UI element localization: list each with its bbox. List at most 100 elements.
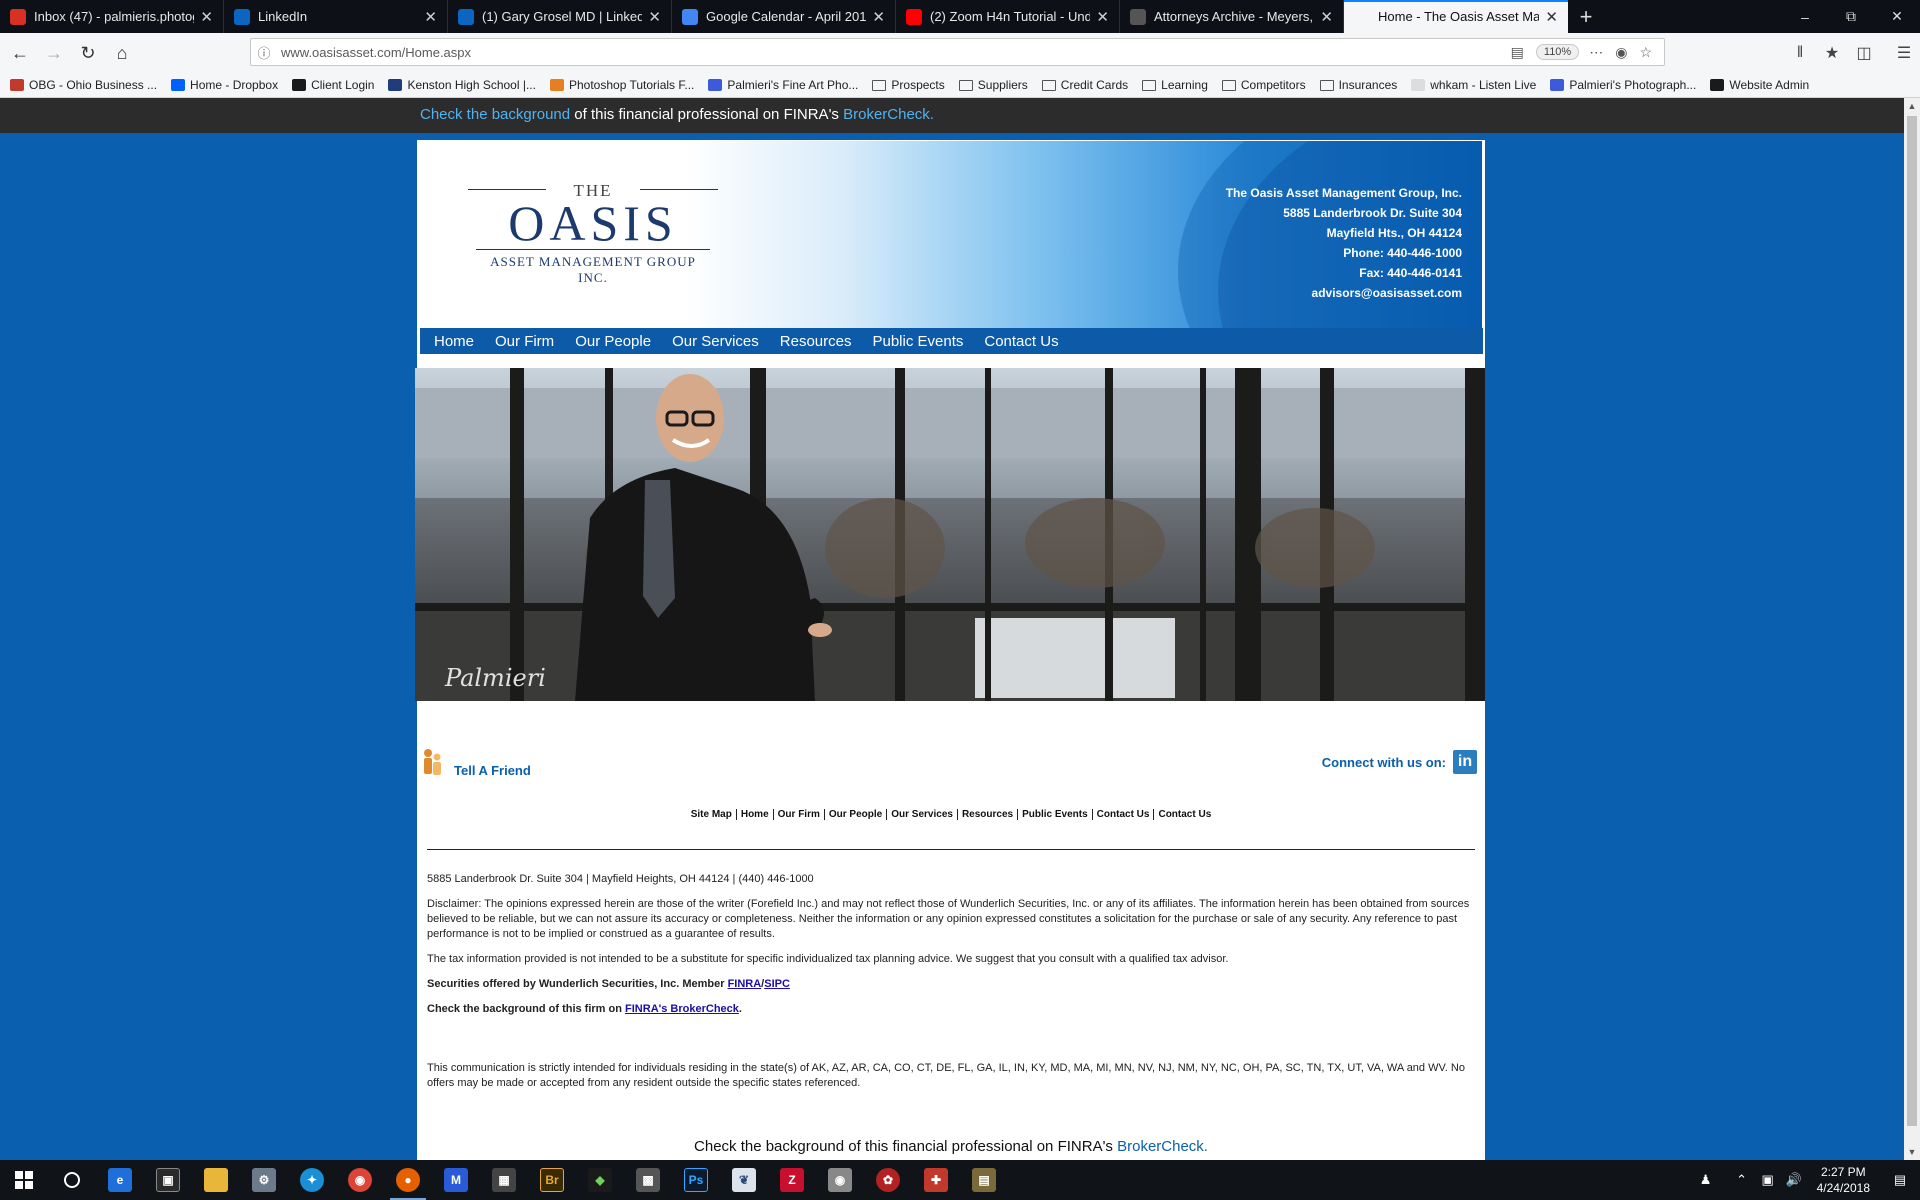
taskbar-app-red[interactable]: ✿ <box>864 1160 912 1200</box>
menu-item[interactable]: Public Events <box>872 333 963 350</box>
close-tab-icon[interactable]: ✕ <box>424 8 437 26</box>
reload-button[interactable]: ↻ <box>71 36 105 70</box>
sipc-link[interactable]: SIPC <box>764 978 790 990</box>
bookmark-item[interactable]: Palmieri's Fine Art Pho... <box>708 78 858 92</box>
people-tray-icon[interactable]: ♟ <box>1693 1172 1719 1188</box>
sitemap-link[interactable]: Contact Us <box>1092 809 1155 820</box>
bookmark-label[interactable]: Prospects <box>891 78 944 92</box>
cortana-search-button[interactable] <box>48 1160 96 1200</box>
reader-view-icon[interactable]: ▤ <box>1511 44 1524 61</box>
sitemap-link[interactable]: Site Map <box>686 809 737 820</box>
taskbar-app-diamond[interactable]: ◆ <box>576 1160 624 1200</box>
bookmark-label[interactable]: Palmieri's Fine Art Pho... <box>727 78 858 92</box>
bookmark-label[interactable]: Photoshop Tutorials F... <box>569 78 694 92</box>
bookmark-label[interactable]: Competitors <box>1241 78 1306 92</box>
restore-icon[interactable]: ⧉ <box>1828 0 1874 33</box>
menu-icon[interactable]: ☰ <box>1888 43 1920 63</box>
close-tab-icon[interactable]: ✕ <box>872 8 885 26</box>
taskbar-store[interactable]: ▣ <box>144 1160 192 1200</box>
taskbar-firefox[interactable]: ● <box>384 1160 432 1200</box>
volume-icon[interactable]: 🔊 <box>1781 1172 1807 1188</box>
tab-title[interactable]: Google Calendar - April 2018 <box>706 9 866 24</box>
bookmark-label[interactable]: whkam - Listen Live <box>1430 78 1536 92</box>
bookmark-label[interactable]: Learning <box>1161 78 1208 92</box>
downloads-icon[interactable]: ★ <box>1816 43 1848 63</box>
tab-title[interactable]: Inbox (47) - palmieris.photogra <box>34 9 194 24</box>
bookmark-label[interactable]: Kenston High School |... <box>407 78 536 92</box>
sitemap-link[interactable]: Our Firm <box>773 809 825 820</box>
menu-item[interactable]: Contact Us <box>984 333 1058 350</box>
finra-brokercheck-link[interactable]: FINRA's BrokerCheck <box>625 1003 739 1015</box>
bookmark-label[interactable]: Suppliers <box>978 78 1028 92</box>
menu-item[interactable]: Home <box>434 333 474 350</box>
linkedin-icon[interactable]: in <box>1453 750 1477 774</box>
site-info-icon[interactable]: ⓘ <box>251 43 277 62</box>
sidebar-icon[interactable]: ◫ <box>1848 43 1880 63</box>
taskbar-app-bird[interactable]: ✦ <box>288 1160 336 1200</box>
taskbar-photoshop[interactable]: Ps <box>672 1160 720 1200</box>
taskbar-app-gear[interactable]: ⚙ <box>240 1160 288 1200</box>
taskbar-app-m[interactable]: M <box>432 1160 480 1200</box>
url-text[interactable]: www.oasisasset.com/Home.aspx <box>277 45 1511 60</box>
bookmark-item[interactable]: Learning <box>1142 78 1208 92</box>
tray-expand-icon[interactable]: ⌃ <box>1729 1172 1755 1188</box>
taskbar-file-explorer[interactable] <box>192 1160 240 1200</box>
tab-title[interactable]: LinkedIn <box>258 9 418 24</box>
bookmark-label[interactable]: Insurances <box>1339 78 1398 92</box>
close-window-icon[interactable]: ✕ <box>1874 0 1920 33</box>
taskbar-app-film[interactable]: ▩ <box>624 1160 672 1200</box>
start-button[interactable] <box>0 1160 48 1200</box>
bookmark-item[interactable]: Kenston High School |... <box>388 78 536 92</box>
tab-title[interactable]: Attorneys Archive - Meyers, Ro <box>1154 9 1314 24</box>
taskbar-chrome[interactable]: ◉ <box>336 1160 384 1200</box>
brokercheck-link[interactable]: BrokerCheck. <box>843 106 934 123</box>
zoom-indicator[interactable]: 110% <box>1535 44 1580 60</box>
scroll-down-arrow-icon[interactable]: ▼ <box>1904 1144 1920 1160</box>
bookmark-item[interactable]: whkam - Listen Live <box>1411 78 1536 92</box>
sitemap-link[interactable]: Our People <box>824 809 888 820</box>
tab-title[interactable]: (1) Gary Grosel MD | LinkedIn <box>482 9 642 24</box>
sitemap-link[interactable]: Contact Us <box>1154 809 1215 820</box>
taskbar-camera[interactable]: ◉ <box>816 1160 864 1200</box>
browser-tab[interactable]: Google Calendar - April 2018 ✕ <box>672 0 896 33</box>
bookmark-item[interactable]: Suppliers <box>958 78 1028 92</box>
bookmark-item[interactable]: Palmieri's Photograph... <box>1550 78 1696 92</box>
tell-a-friend-link[interactable]: Tell A Friend <box>422 748 531 778</box>
action-center-icon[interactable]: ▤ <box>1880 1172 1920 1188</box>
sitemap-link[interactable]: Our Services <box>887 809 958 820</box>
sitemap-link[interactable]: Public Events <box>1018 809 1093 820</box>
browser-tab[interactable]: Inbox (47) - palmieris.photogra ✕ <box>0 0 224 33</box>
taskbar-app-puzzle[interactable]: ✚ <box>912 1160 960 1200</box>
bookmark-label[interactable]: Credit Cards <box>1061 78 1128 92</box>
menu-item[interactable]: Our Firm <box>495 333 554 350</box>
close-tab-icon[interactable]: ✕ <box>648 8 661 26</box>
forward-button[interactable]: → <box>37 36 71 70</box>
scroll-up-arrow-icon[interactable]: ▲ <box>1904 98 1920 114</box>
bookmark-item[interactable]: Insurances <box>1319 78 1398 92</box>
bookmark-item[interactable]: Prospects <box>872 78 945 92</box>
network-icon[interactable]: ▣ <box>1755 1172 1781 1188</box>
close-tab-icon[interactable]: ✕ <box>1545 8 1558 26</box>
bookmark-label[interactable]: Home - Dropbox <box>190 78 278 92</box>
menu-item[interactable]: Resources <box>780 333 852 350</box>
bookmark-item[interactable]: OBG - Ohio Business ... <box>10 78 157 92</box>
taskbar-filezilla[interactable]: Z <box>768 1160 816 1200</box>
new-tab-button[interactable]: + <box>1568 0 1604 33</box>
bookmark-item[interactable]: Photoshop Tutorials F... <box>549 78 694 92</box>
taskbar-bridge[interactable]: Br <box>528 1160 576 1200</box>
browser-tab[interactable]: (2) Zoom H4n Tutorial - Under ✕ <box>896 0 1120 33</box>
contact-email[interactable]: advisors@oasisasset.com <box>1226 283 1462 303</box>
home-button[interactable]: ⌂ <box>105 36 139 70</box>
bookmark-label[interactable]: Client Login <box>311 78 374 92</box>
browser-tab[interactable]: Attorneys Archive - Meyers, Ro ✕ <box>1120 0 1344 33</box>
tray-clock[interactable]: 2:27 PM 4/24/2018 <box>1807 1164 1880 1196</box>
bottom-brokercheck-link[interactable]: BrokerCheck. <box>1117 1138 1208 1155</box>
close-tab-icon[interactable]: ✕ <box>1096 8 1109 26</box>
scrollbar-thumb[interactable] <box>1907 116 1917 1126</box>
tell-a-friend-label[interactable]: Tell A Friend <box>454 763 531 778</box>
bookmark-label[interactable]: Website Admin <box>1729 78 1809 92</box>
bookmark-star-icon[interactable]: ☆ <box>1639 44 1652 61</box>
bookmark-item[interactable]: Home - Dropbox <box>171 78 278 92</box>
browser-tab[interactable]: LinkedIn ✕ <box>224 0 448 33</box>
check-background-link[interactable]: Check the background <box>420 106 570 123</box>
